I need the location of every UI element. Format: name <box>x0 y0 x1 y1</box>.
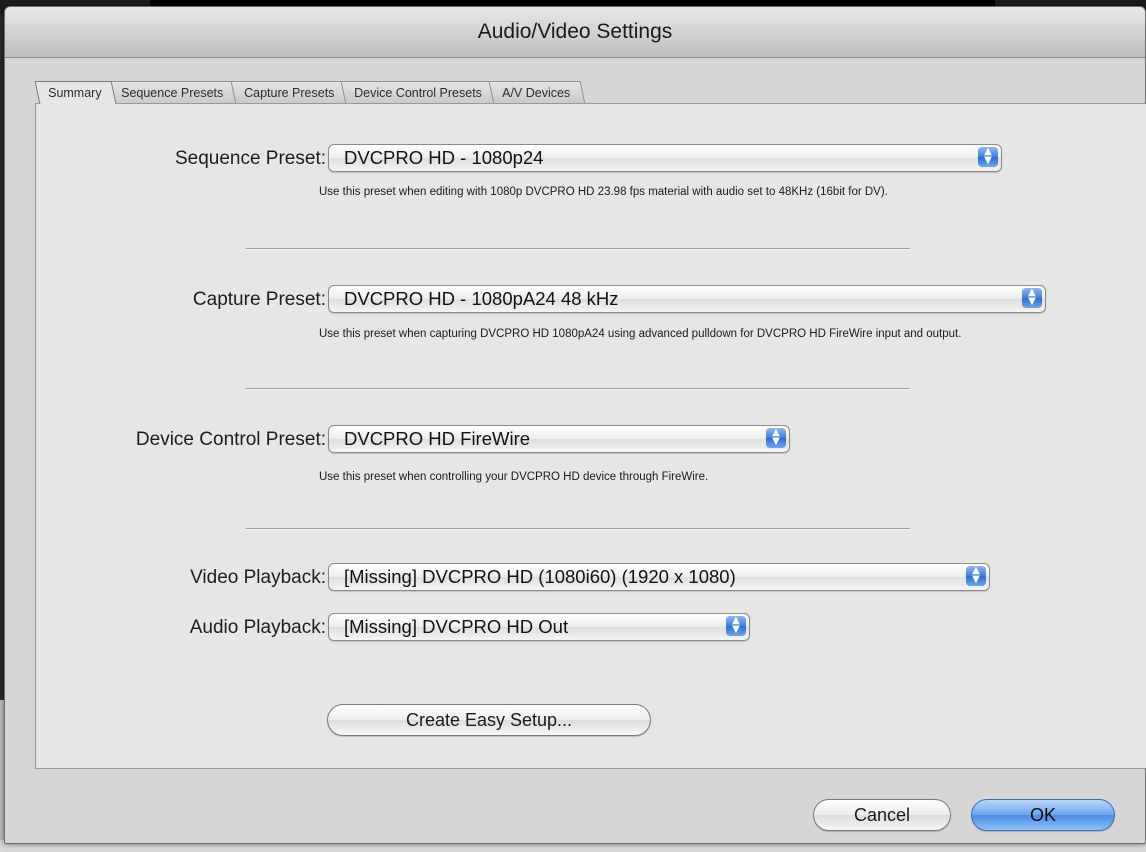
popup-arrows-icon: ▲ ▼ <box>726 616 746 636</box>
sequence-preset-label: Sequence Preset: <box>174 148 326 169</box>
audio-video-settings-dialog: Audio/Video Settings Summary Sequence Pr… <box>4 6 1146 844</box>
popup-arrows-icon: ▲ ▼ <box>978 147 998 167</box>
video-playback-popup[interactable]: [Missing] DVCPRO HD (1080i60) (1920 x 10… <box>328 563 990 591</box>
tab-summary[interactable]: Summary <box>34 81 117 104</box>
popup-arrows-icon: ▲ ▼ <box>966 566 986 586</box>
window-title: Audio/Video Settings <box>477 20 673 43</box>
sequence-preset-value: DVCPRO HD - 1080p24 <box>344 147 544 168</box>
video-playback-value: [Missing] DVCPRO HD (1080i60) (1920 x 10… <box>344 566 736 587</box>
tab-sequence-presets[interactable]: Sequence Presets <box>108 81 240 104</box>
cancel-button[interactable]: Cancel <box>813 799 951 831</box>
capture-preset-label: Capture Preset: <box>192 289 326 310</box>
capture-preset-popup[interactable]: DVCPRO HD - 1080pA24 48 kHz ▲ ▼ <box>328 285 1046 313</box>
audio-playback-popup[interactable]: [Missing] DVCPRO HD Out ▲ ▼ <box>328 613 750 641</box>
audio-playback-value: [Missing] DVCPRO HD Out <box>344 616 569 637</box>
device-control-preset-value: DVCPRO HD FireWire <box>344 428 531 449</box>
capture-preset-description: Use this preset when capturing DVCPRO HD… <box>319 328 962 340</box>
sequence-preset-description: Use this preset when editing with 1080p … <box>319 186 888 198</box>
device-control-preset-description: Use this preset when controlling your DV… <box>319 471 709 483</box>
audio-playback-label: Audio Playback: <box>189 617 326 638</box>
title-bar[interactable]: Audio/Video Settings <box>5 7 1145 58</box>
device-control-preset-label: Device Control Preset: <box>135 429 326 450</box>
create-easy-setup-button[interactable]: Create Easy Setup... <box>327 704 651 736</box>
sequence-preset-popup[interactable]: DVCPRO HD - 1080p24 ▲ ▼ <box>328 144 1002 172</box>
popup-arrows-icon: ▲ ▼ <box>1022 288 1042 308</box>
tab-bar: Summary Sequence Presets Capture Presets… <box>34 81 586 105</box>
summary-panel: Sequence Preset: DVCPRO HD - 1080p24 ▲ ▼ … <box>35 103 1146 769</box>
device-control-preset-popup[interactable]: DVCPRO HD FireWire ▲ ▼ <box>328 425 790 453</box>
separator <box>246 528 910 530</box>
capture-preset-value: DVCPRO HD - 1080pA24 48 kHz <box>344 288 619 309</box>
ok-button[interactable]: OK <box>971 799 1115 831</box>
tab-capture-presets[interactable]: Capture Presets <box>230 81 350 104</box>
tab-av-devices[interactable]: A/V Devices <box>488 81 586 104</box>
popup-arrows-icon: ▲ ▼ <box>766 428 786 448</box>
separator <box>246 388 910 390</box>
tab-device-control-presets[interactable]: Device Control Presets <box>340 81 498 104</box>
separator <box>246 248 910 250</box>
video-playback-label: Video Playback: <box>190 567 326 588</box>
